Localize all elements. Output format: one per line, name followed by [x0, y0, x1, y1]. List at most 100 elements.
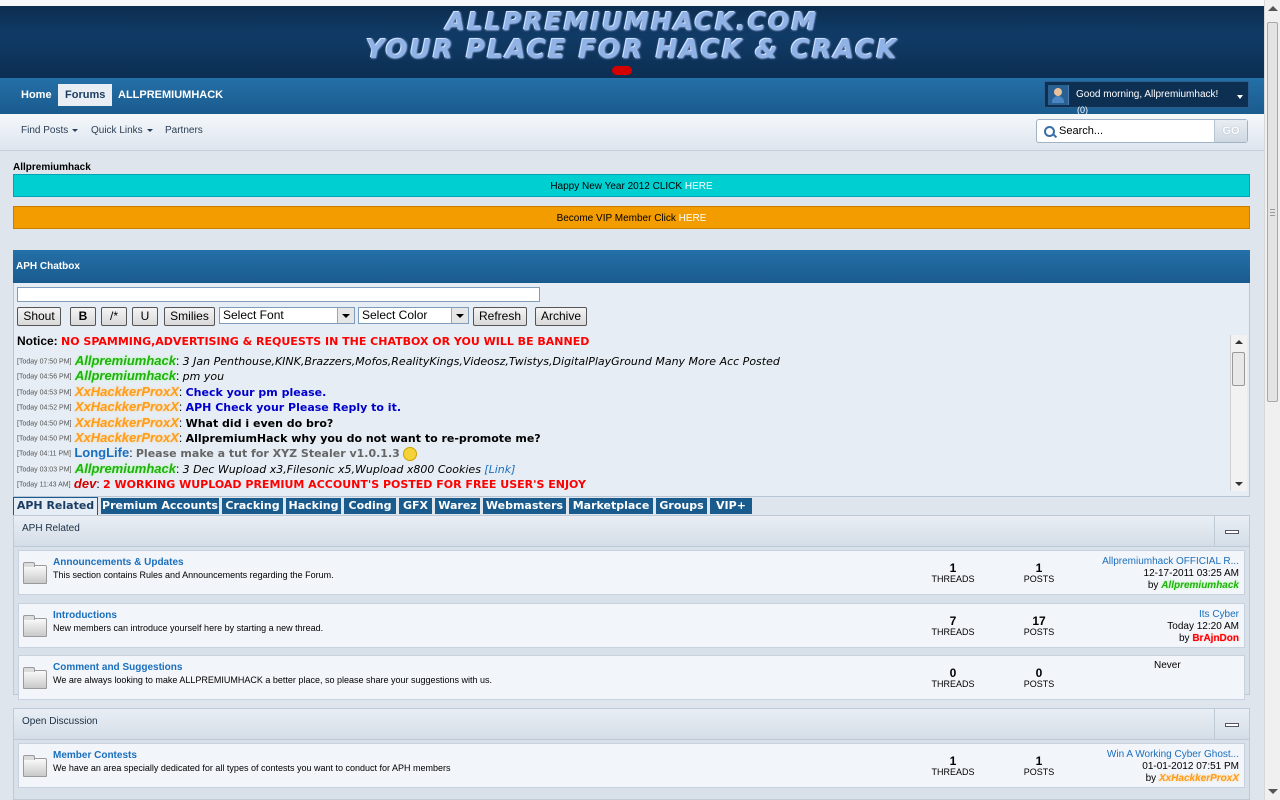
- scroll-up-icon[interactable]: [1235, 340, 1243, 344]
- smiley-icon: [402, 447, 417, 462]
- post-count: 17 POSTS: [1009, 615, 1069, 637]
- notice-label: Notice:: [17, 334, 58, 348]
- chat-username[interactable]: Allpremiumhack: [75, 368, 176, 383]
- dropdown-caret-icon: [72, 128, 79, 132]
- chat-username[interactable]: Allpremiumhack: [75, 353, 176, 368]
- scroll-thumb[interactable]: [1267, 22, 1278, 402]
- forum-folder-icon: [23, 562, 47, 584]
- chat-username[interactable]: Allpremiumhack: [75, 461, 176, 476]
- category-header-open-discussion: Open Discussion: [13, 708, 1250, 740]
- tab-home[interactable]: Home: [14, 84, 59, 106]
- post-count-label: POSTS: [1023, 679, 1055, 689]
- collapse-icon[interactable]: [1214, 709, 1249, 739]
- tab-allpremiumhack[interactable]: ALLPREMIUMHACK: [111, 84, 230, 106]
- last-post: Allpremiumhack OFFICIAL R... 12-17-2011 0…: [1102, 556, 1239, 592]
- underline-button[interactable]: U: [132, 307, 158, 326]
- chat-username[interactable]: XxHackkerProxX: [75, 399, 179, 414]
- forum-folder-icon: [23, 667, 47, 689]
- color-select[interactable]: Select Color: [358, 307, 469, 324]
- category-tab[interactable]: APH Related: [13, 497, 98, 515]
- forum-title[interactable]: Member Contests: [53, 750, 137, 761]
- chat-scrollbar[interactable]: [1230, 335, 1247, 491]
- chat-username[interactable]: dev: [74, 476, 96, 491]
- category-tabs: APH Related Premium Accounts Cracking Hacki…: [13, 497, 1250, 515]
- bold-button[interactable]: B: [70, 307, 96, 326]
- banner-link[interactable]: HERE: [685, 181, 713, 192]
- category-tab[interactable]: Marketplace: [569, 498, 653, 514]
- chatbox-title: APH Chatbox: [13, 250, 1250, 283]
- avatar[interactable]: [1048, 85, 1069, 105]
- font-select[interactable]: Select Font: [219, 307, 355, 324]
- category-tab[interactable]: Webmasters: [483, 498, 566, 514]
- shout-input[interactable]: [17, 287, 540, 302]
- chat-separator: :: [129, 446, 136, 461]
- chat-username[interactable]: LongLife: [74, 445, 129, 460]
- archive-button[interactable]: Archive: [535, 307, 587, 326]
- forum-row: Comment and Suggestions We are always loo…: [18, 655, 1245, 700]
- forum-row: Member Contests We have an area specially…: [18, 743, 1245, 788]
- page-scrollbar[interactable]: [1264, 0, 1280, 800]
- collapse-icon[interactable]: [1214, 516, 1249, 546]
- smilies-button[interactable]: Smilies: [164, 307, 215, 326]
- search-box: GO: [1036, 119, 1248, 143]
- find-posts-menu[interactable]: Find Posts: [21, 125, 79, 136]
- category-tab[interactable]: Hacking: [286, 498, 341, 514]
- category-title[interactable]: Open Discussion: [22, 716, 98, 727]
- last-post-by: by: [1145, 773, 1157, 784]
- banner-link[interactable]: HERE: [679, 213, 707, 224]
- forum-title[interactable]: Introductions: [53, 610, 117, 621]
- last-post-title[interactable]: Allpremiumhack OFFICIAL R...: [1102, 556, 1239, 568]
- chat-timestamp: [Today 04:11 PM]: [17, 450, 71, 458]
- scroll-down-icon[interactable]: [1235, 482, 1243, 486]
- last-post-byline: by XxHackkerProxX: [1107, 773, 1239, 785]
- chat-username[interactable]: XxHackkerProxX: [75, 415, 179, 430]
- last-post-user[interactable]: XxHackkerProxX: [1159, 773, 1239, 784]
- forum-folder-icon: [23, 615, 47, 637]
- last-post-title[interactable]: Win A Working Cyber Ghost...: [1107, 749, 1239, 761]
- category-tab[interactable]: Groups: [656, 498, 707, 514]
- italic-button[interactable]: /*: [101, 307, 127, 326]
- page: ALLPREMIUMHACK.COM YOUR PLACE FOR HACK &…: [0, 0, 1264, 800]
- chat-text: APH Check your Please Reply to it.: [185, 401, 402, 415]
- forum-row: Introductions New members can introduce y…: [18, 603, 1245, 648]
- forum-folder-icon: [23, 755, 47, 777]
- user-welcome-menu[interactable]: Good morning, Allpremiumhack! (0): [1044, 81, 1249, 115]
- category-tab[interactable]: GFX: [399, 498, 432, 514]
- post-count-label: POSTS: [1023, 627, 1055, 637]
- scroll-up-icon[interactable]: [1268, 6, 1278, 11]
- category-title[interactable]: APH Related: [22, 523, 80, 534]
- tab-forums[interactable]: Forums: [58, 84, 113, 106]
- forum-description: New members can introduce yourself here …: [53, 623, 324, 633]
- forum-list-open-discussion: Member Contests We have an area specially…: [13, 740, 1250, 800]
- forum-title[interactable]: Comment and Suggestions: [53, 662, 182, 673]
- category-tab[interactable]: Warez: [435, 498, 480, 514]
- chat-notice: Notice: NO SPAMMING,ADVERTISING & REQUES…: [17, 334, 589, 348]
- search-input[interactable]: [1059, 123, 1209, 139]
- partners-link[interactable]: Partners: [165, 125, 203, 136]
- chat-username[interactable]: XxHackkerProxX: [75, 430, 179, 445]
- category-tab[interactable]: VIP+: [710, 498, 752, 514]
- last-post-title[interactable]: Its Cyber: [1167, 609, 1239, 621]
- category-tab[interactable]: Cracking: [222, 498, 283, 514]
- chat-username[interactable]: XxHackkerProxX: [75, 384, 179, 399]
- refresh-button[interactable]: Refresh: [473, 307, 527, 326]
- last-post-user[interactable]: BrAjnDon: [1192, 633, 1239, 644]
- scroll-down-icon[interactable]: [1268, 789, 1278, 794]
- chevron-down-icon[interactable]: [1237, 95, 1243, 99]
- search-go-button[interactable]: GO: [1214, 120, 1247, 142]
- category-tab[interactable]: Coding: [344, 498, 396, 514]
- chat-message: [Today 04:56 PM] Allpremiumhack: pm you: [14, 368, 1230, 383]
- shout-button[interactable]: Shout: [17, 307, 61, 326]
- chat-link[interactable]: [Link]: [484, 463, 515, 476]
- post-count-value: 17: [1032, 614, 1046, 628]
- last-post-user[interactable]: Allpremiumhack: [1161, 580, 1239, 591]
- forum-title[interactable]: Announcements & Updates: [53, 557, 184, 568]
- category-tab[interactable]: Premium Accounts: [101, 498, 219, 514]
- scroll-thumb[interactable]: [1232, 352, 1245, 386]
- logo-title[interactable]: ALLPREMIUMHACK.COM: [0, 7, 1264, 36]
- quick-links-menu[interactable]: Quick Links: [91, 125, 153, 136]
- quick-links-label: Quick Links: [91, 125, 143, 136]
- thread-count-value: 1: [949, 754, 957, 768]
- welcome-text: Good morning, Allpremiumhack!: [1076, 89, 1219, 100]
- last-post-byline: by BrAjnDon: [1167, 633, 1239, 645]
